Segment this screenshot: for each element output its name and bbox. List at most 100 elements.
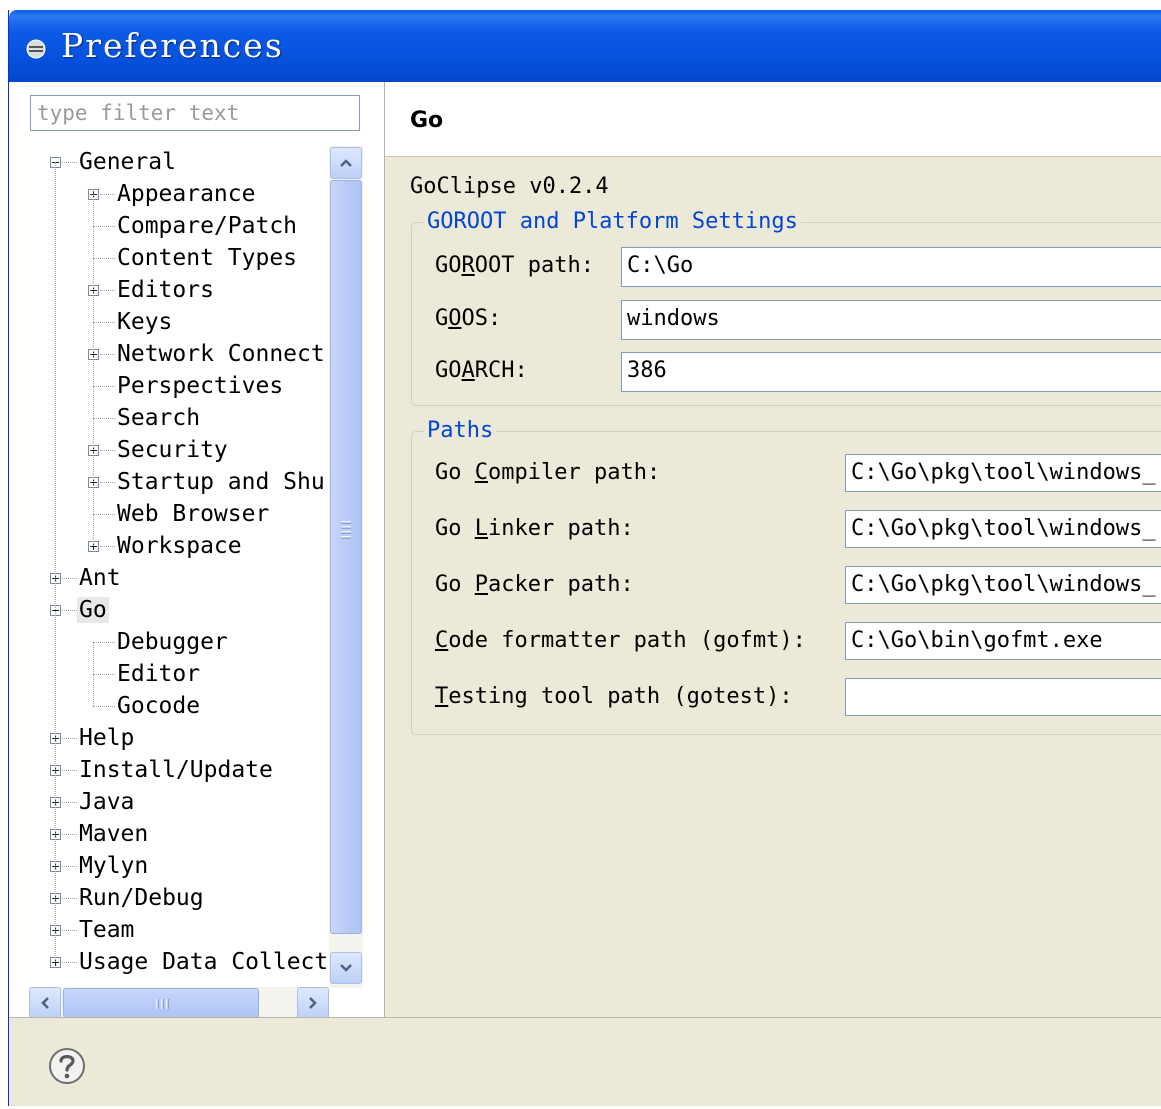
tree-item-label: Network Connect [117,341,325,367]
path-input-testing-tool-path-gotest[interactable] [845,678,1161,716]
help-icon[interactable] [47,1046,87,1086]
tree-item-label: General [79,149,176,175]
tree-item-install-update[interactable]: Install/Update [77,754,275,786]
tree-connector [93,322,115,323]
tree-item-search[interactable]: Search [115,402,202,434]
vertical-scroll-thumb[interactable] [330,180,362,934]
tree-item-keys[interactable]: Keys [115,306,174,338]
path-input-goroot-path[interactable]: C:\Go [621,247,1161,287]
tree-item-compare-patch[interactable]: Compare/Patch [115,210,299,242]
path-input-code-formatter-path-gofmt[interactable]: C:\Go\bin\gofmt.exe [845,622,1161,660]
tree-item-label: Mylyn [79,853,149,879]
preference-page: Go GoClipse v0.2.4 GOROOT and Platform S… [385,82,1161,1017]
preferences-window: Preferences General−Appearance+Compare/P… [8,10,1161,1106]
tree-connector [93,706,115,707]
preferences-nav-pane: General−Appearance+Compare/PatchContent … [9,82,385,1019]
tree-item-appearance[interactable]: Appearance [115,178,257,210]
tree-item-label: Team [79,917,135,943]
tree-item-web-browser[interactable]: Web Browser [115,498,271,530]
tree-item-label: Debugger [117,629,228,655]
tree-item-debugger[interactable]: Debugger [115,626,230,658]
tree-item-label: Go [77,597,109,623]
tree-item-label: Startup and Shu [117,469,325,495]
tree-item-label: Run/Debug [79,885,204,911]
field-label: Code formatter path (gofmt): [435,628,806,653]
preferences-icon [23,36,49,62]
tree-item-workspace[interactable]: Workspace [115,530,244,562]
tree-item-label: Content Types [117,245,298,271]
field-label: GOOS: [435,306,502,331]
tree-item-general[interactable]: General [77,146,178,178]
path-input-go-linker-path[interactable]: C:\Go\pkg\tool\windows_ [845,510,1161,548]
field-label: GOARCH: [435,358,528,383]
path-input-go-compiler-path[interactable]: C:\Go\pkg\tool\windows_ [845,454,1161,492]
tree-item-label: Help [79,725,135,751]
tree-connector [93,642,115,643]
field-label: Go Compiler path: [435,460,661,485]
tree-connector [93,514,115,515]
version-label: GoClipse v0.2.4 [410,174,609,199]
tree-connector [93,226,115,227]
tree-item-editor[interactable]: Editor [115,658,202,690]
arrow-up-icon[interactable] [330,147,362,179]
tree-item-label: Gocode [117,693,201,719]
title-bar[interactable]: Preferences [9,10,1161,82]
tree-item-label: Editors [117,277,214,303]
tree-item-editors[interactable]: Editors [115,274,216,306]
tree-item-label: Security [117,437,228,463]
tree-item-label: Perspectives [117,373,284,399]
tree-connector [93,194,94,546]
field-label: Go Packer path: [435,572,634,597]
tree-item-ant[interactable]: Ant [77,562,123,594]
tree-horizontal-scrollbar[interactable] [29,987,329,1019]
page-header: Go [385,82,1161,157]
tree-item-startup-and-shu[interactable]: Startup and Shu [115,466,327,498]
dialog-button-bar [9,1017,1161,1106]
tree-item-label: Java [79,789,135,815]
preference-tree: General − Appearance + Compare/Patch Content … [9,144,329,994]
tree-item-label: Keys [117,309,173,335]
arrow-right-icon[interactable] [297,987,329,1019]
tree-connector [93,642,94,706]
tree-item-label: Web Browser [117,501,270,527]
tree-connector [93,386,115,387]
tree-item-label: Ant [79,565,121,591]
tree-vertical-scrollbar[interactable] [329,146,363,988]
paths-group-title: Paths [424,418,497,443]
tree-item-maven[interactable]: Maven [77,818,150,850]
goroot-group-title: GOROOT and Platform Settings [424,209,801,234]
tree-item-label: Compare/Patch [117,213,298,239]
filter-input[interactable] [30,95,360,131]
page-title: Go [410,108,444,133]
tree-item-java[interactable]: Java [77,786,136,818]
tree-item-label: Editor [117,661,201,687]
tree-item-help[interactable]: Help [77,722,136,754]
tree-connector [93,258,115,259]
field-label: GOROOT path: [435,253,594,278]
tree-item-label: Appearance [117,181,256,207]
tree-item-mylyn[interactable]: Mylyn [77,850,150,882]
tree-item-content-types[interactable]: Content Types [115,242,299,274]
tree-item-run-debug[interactable]: Run/Debug [77,882,206,914]
tree-item-label: Workspace [117,533,242,559]
arrow-left-icon[interactable] [29,987,61,1019]
path-input-goos[interactable]: windows [621,300,1161,340]
tree-item-label: Install/Update [79,757,273,783]
arrow-down-icon[interactable] [330,952,362,984]
tree-item-network-connect[interactable]: Network Connect [115,338,327,370]
tree-connector [93,674,115,675]
tree-item-label: Search [117,405,201,431]
tree-item-label: Usage Data Collect [79,949,329,975]
path-input-go-packer-path[interactable]: C:\Go\pkg\tool\windows_ [845,566,1161,604]
tree-item-team[interactable]: Team [77,914,136,946]
tree-item-security[interactable]: Security [115,434,230,466]
horizontal-scroll-thumb[interactable] [63,988,259,1018]
field-label: Go Linker path: [435,516,634,541]
field-label: Testing tool path (gotest): [435,684,793,709]
path-input-goarch[interactable]: 386 [621,352,1161,392]
tree-item-perspectives[interactable]: Perspectives [115,370,285,402]
tree-item-label: Maven [79,821,149,847]
tree-item-usage-data-collect[interactable]: Usage Data Collect [77,946,329,978]
tree-item-go[interactable]: Go [77,594,109,626]
tree-item-gocode[interactable]: Gocode [115,690,202,722]
